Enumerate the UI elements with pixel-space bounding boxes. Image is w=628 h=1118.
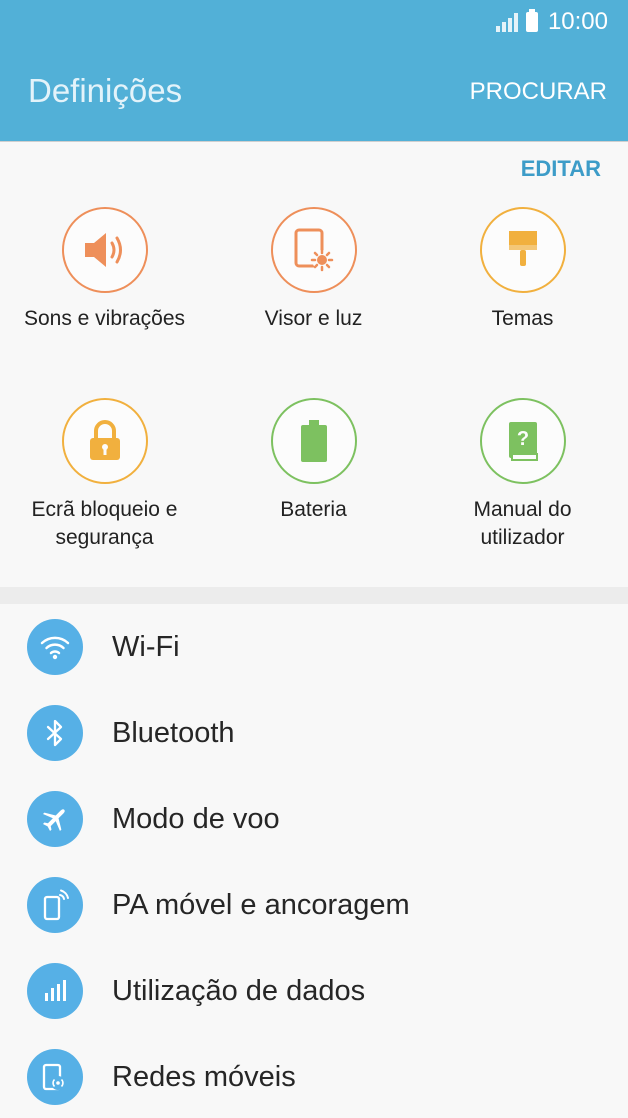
quick-setting-lock-security[interactable]: Ecrã bloqueio e segurança <box>0 398 209 552</box>
status-time: 10:00 <box>547 8 608 35</box>
divider <box>0 141 628 142</box>
quick-setting-battery[interactable]: Bateria <box>209 398 418 524</box>
battery-status-icon <box>525 9 538 32</box>
hotspot-icon <box>27 877 83 933</box>
section-separator <box>0 587 628 604</box>
svg-text:?: ? <box>516 428 528 450</box>
quick-setting-label: Temas <box>491 307 554 330</box>
mobile-networks-icon <box>27 1049 83 1105</box>
list-item-label: PA móvel e ancoragem <box>112 888 410 921</box>
quick-setting-user-manual[interactable]: ? Manual do utilizador <box>418 398 627 552</box>
edit-button[interactable]: EDITAR <box>521 156 601 182</box>
quick-setting-display[interactable]: Visor e luz <box>209 207 418 333</box>
quick-setting-label: Ecrã bloqueio e segurança <box>31 498 178 549</box>
signal-icon <box>495 12 518 32</box>
list-item-label: Bluetooth <box>112 716 235 749</box>
manual-icon: ? <box>479 398 566 484</box>
list-item-label: Utilização de dados <box>112 974 366 1007</box>
list-item-wifi[interactable]: Wi-Fi <box>0 604 628 690</box>
list-item-label: Wi-Fi <box>112 630 180 663</box>
quick-setting-label: Sons e vibrações <box>23 307 186 330</box>
wifi-icon <box>27 619 83 675</box>
speaker-icon <box>61 207 148 293</box>
paintbrush-icon <box>479 207 566 293</box>
airplane-icon <box>27 791 83 847</box>
status-bar: 10:00 <box>495 8 608 36</box>
list-item-hotspot-tethering[interactable]: PA móvel e ancoragem <box>0 862 628 948</box>
quick-setting-sounds[interactable]: Sons e vibrações <box>0 207 209 333</box>
quick-setting-label: Visor e luz <box>264 307 363 330</box>
page-title: Definições <box>28 72 183 109</box>
battery-icon <box>270 398 357 484</box>
data-usage-icon <box>27 963 83 1019</box>
display-icon <box>270 207 357 293</box>
list-item-label: Modo de voo <box>112 802 280 835</box>
lock-icon <box>61 398 148 484</box>
settings-list: Wi-Fi Bluetooth Modo de voo PA móvel e a… <box>0 604 628 1118</box>
quick-setting-label: Manual do utilizador <box>473 498 572 549</box>
list-item-label: Redes móveis <box>112 1060 296 1093</box>
list-item-bluetooth[interactable]: Bluetooth <box>0 690 628 776</box>
bluetooth-icon <box>27 705 83 761</box>
app-bar: 10:00 Definições PROCURAR <box>0 0 628 141</box>
list-item-airplane-mode[interactable]: Modo de voo <box>0 776 628 862</box>
quick-setting-themes[interactable]: Temas <box>418 207 627 333</box>
search-button[interactable]: PROCURAR <box>470 78 607 106</box>
list-item-mobile-networks[interactable]: Redes móveis <box>0 1034 628 1118</box>
list-item-data-usage[interactable]: Utilização de dados <box>0 948 628 1034</box>
quick-setting-label: Bateria <box>280 498 347 521</box>
